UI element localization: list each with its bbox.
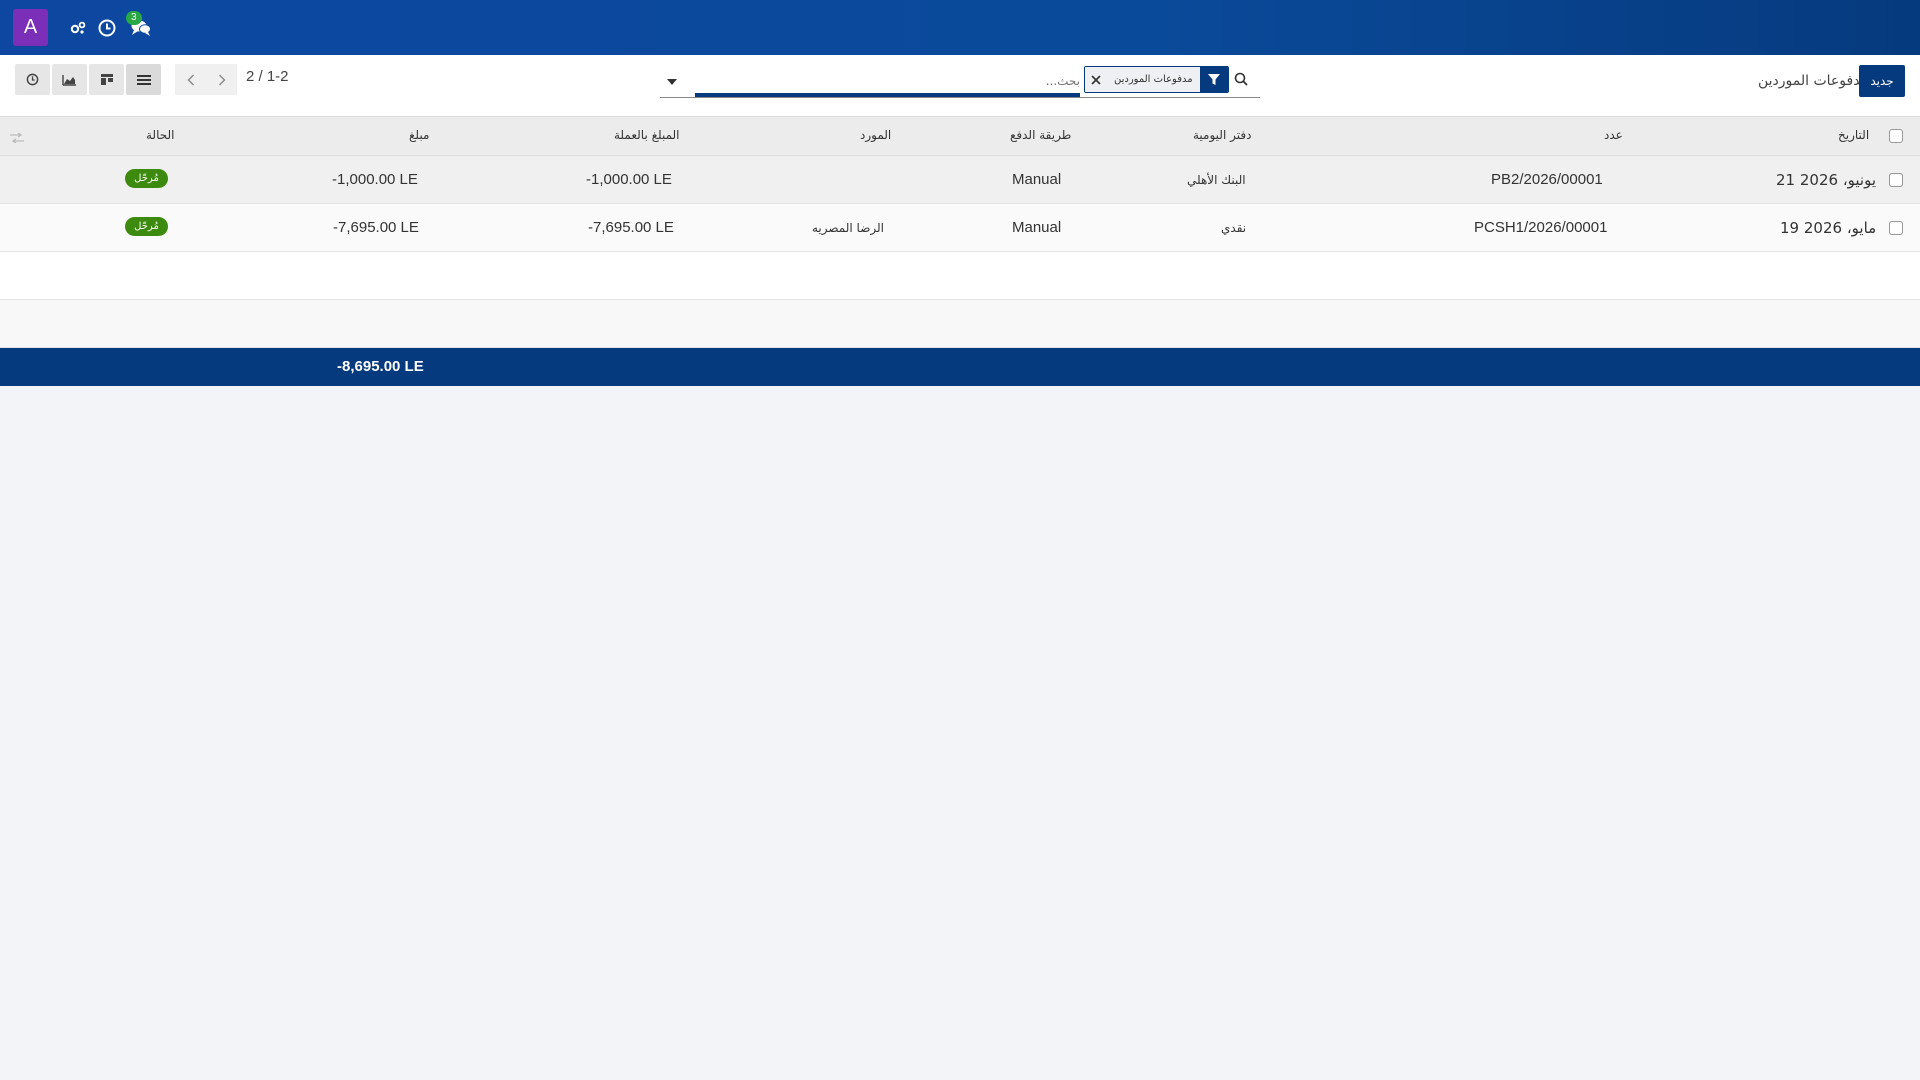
status-badge: مُرحّل [125,217,168,236]
status-badge: مُرحّل [125,169,168,188]
search-input[interactable] [695,70,1080,92]
empty-row [0,252,1920,300]
search-bar: مدفوعات الموردين [660,66,1260,98]
search-facet: مدفوعات الموردين [1084,66,1229,93]
cell-vendor: الرضا المصريه [812,221,884,235]
pager-value[interactable]: 2 / 1-2 [246,68,289,85]
facet-remove-button[interactable] [1085,67,1107,92]
facet-value: مدفوعات الموردين [1107,67,1200,92]
cell-amount-currency: -1,000.00 LE [586,171,672,188]
list-view-button[interactable] [126,64,161,95]
filter-icon [1199,67,1228,92]
kanban-view-button[interactable] [89,64,124,95]
column-header-journal[interactable]: دفتر اليومية [1193,128,1251,142]
activity-view-button[interactable] [15,64,50,95]
chat-icon[interactable]: 3 [126,10,152,37]
settings-icon[interactable] [70,21,86,35]
pager-buttons [175,64,237,95]
chevron-right-icon [218,74,225,85]
column-header-payment-method[interactable]: طريقة الدفع [1010,128,1071,142]
search-icon[interactable] [1234,72,1248,90]
cell-journal: نقدي [1221,221,1247,235]
caret-down-icon [667,79,677,85]
table-row[interactable]: 19 مايو، 2026 PCSH1/2026/00001 نقدي Manu… [0,204,1920,252]
column-header-vendor[interactable]: المورد [860,128,891,142]
clock-icon [26,73,39,86]
top-navbar: A 3 [0,0,1920,55]
column-header-date[interactable]: التاريخ [1838,128,1869,142]
area-chart-icon [62,74,76,86]
column-header-number[interactable]: عدد [1604,128,1623,142]
pager-next-button[interactable] [206,64,237,95]
chevron-left-icon [187,74,194,85]
new-button[interactable]: جديد [1859,65,1905,97]
cell-amount-currency: -7,695.00 LE [588,219,674,236]
chat-badge: 3 [126,10,142,25]
row-checkbox[interactable] [1889,221,1903,235]
search-options-toggle[interactable] [664,74,680,90]
total-amount: -8,695.00 LE [337,358,424,375]
row-checkbox[interactable] [1889,173,1903,187]
user-avatar[interactable]: A [13,9,48,46]
cell-date: 19 مايو، 2026 [1780,219,1877,237]
list-icon [136,74,151,85]
column-header-amount-currency[interactable]: المبلغ بالعملة [614,128,680,142]
optional-columns-icon[interactable] [10,129,24,147]
breadcrumb: مدفوعات الموردين [1758,73,1869,89]
cell-amount: -7,695.00 LE [333,219,419,236]
search-focus-underline [695,93,1080,97]
cell-date: 21 يونيو، 2026 [1776,171,1877,189]
cell-number: PCSH1/2026/00001 [1474,219,1608,236]
close-icon [1091,74,1101,85]
view-switcher [15,64,161,95]
pager-previous-button[interactable] [175,64,206,95]
table-row[interactable]: 21 يونيو، 2026 PB2/2026/00001 البنك الأه… [0,156,1920,204]
table-header: التاريخ عدد دفتر اليومية طريقة الدفع الم… [0,117,1920,156]
cell-payment-method: Manual [1012,219,1062,236]
cell-amount: -1,000.00 LE [332,171,418,188]
column-header-amount[interactable]: مبلغ [409,128,429,142]
clock-icon[interactable] [98,19,116,37]
select-all-checkbox[interactable] [1889,129,1903,143]
kanban-icon [100,74,113,85]
cell-payment-method: Manual [1012,171,1062,188]
cell-journal: البنك الأهلي [1187,173,1246,187]
payments-list: التاريخ عدد دفتر اليومية طريقة الدفع الم… [0,117,1920,386]
control-panel: 2 / 1-2 مدفوعات الموردين مدفوعات الموردي… [0,55,1920,117]
table-footer: -8,695.00 LE [0,348,1920,386]
cell-number: PB2/2026/00001 [1491,171,1603,188]
column-header-status[interactable]: الحالة [146,128,174,142]
graph-view-button[interactable] [52,64,87,95]
empty-row [0,300,1920,348]
